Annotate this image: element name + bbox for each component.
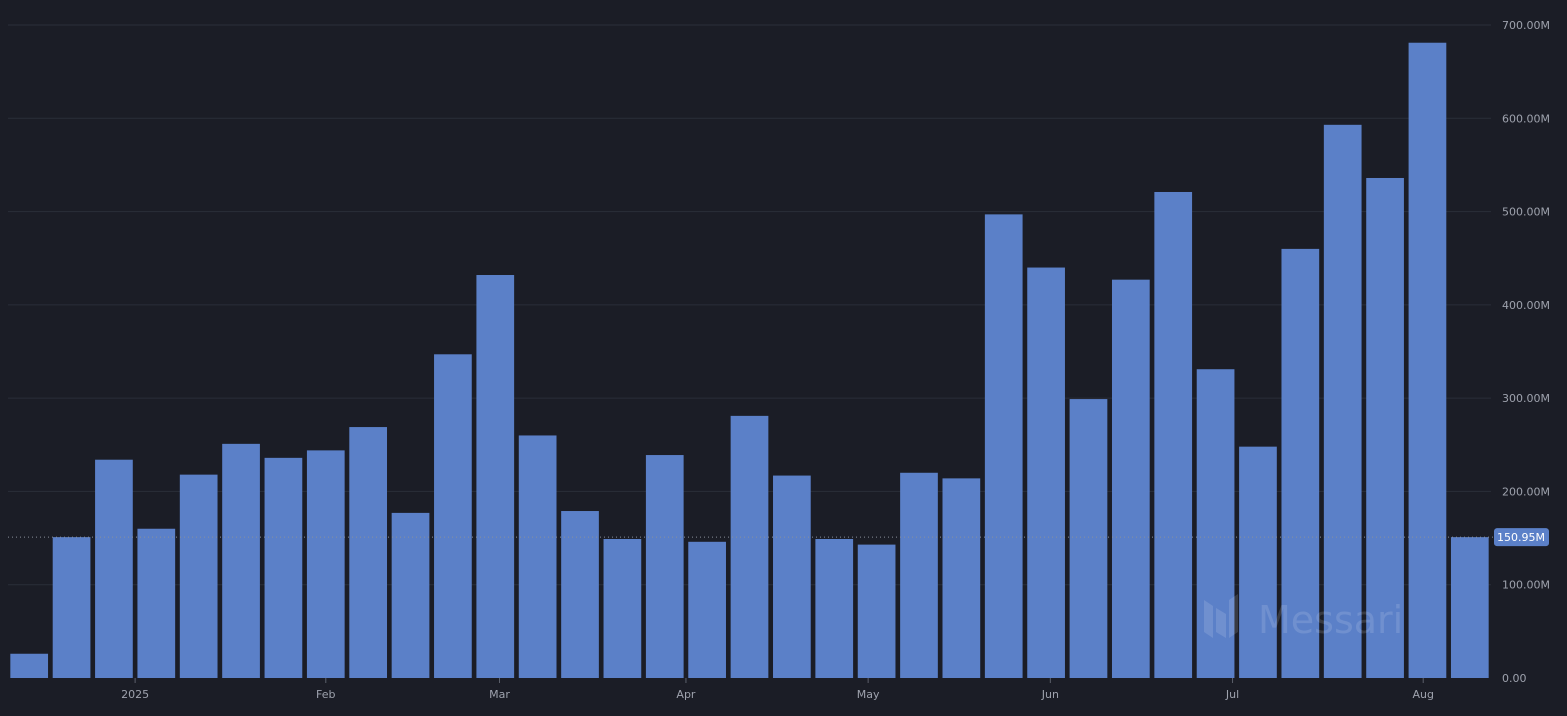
bar: [1027, 267, 1065, 678]
bar: [1111, 279, 1150, 678]
x-tick-label: Apr: [676, 688, 696, 701]
x-tick-label: Aug: [1412, 688, 1433, 701]
bar: [137, 528, 176, 678]
bar: [900, 472, 938, 678]
bar: [561, 511, 599, 678]
bar: [306, 450, 345, 678]
bars: [10, 42, 1489, 678]
bar: [815, 539, 854, 678]
bar: [645, 455, 684, 678]
y-tick-label: 100.00M: [1502, 579, 1550, 592]
bar: [773, 475, 811, 678]
bar: [222, 443, 260, 678]
bar: [476, 275, 515, 678]
x-tick-label: May: [857, 688, 880, 701]
y-tick-label: 300.00M: [1502, 392, 1550, 405]
bar: [603, 539, 642, 678]
y-tick-label: 500.00M: [1502, 206, 1550, 219]
bar: [1154, 191, 1193, 678]
x-tick-label: 2025: [121, 688, 149, 701]
bar: [942, 478, 981, 678]
y-axis: 0.00 100.00M 200.00M 300.00M 400.00M 500.00M 6…: [1502, 19, 1550, 685]
y-tick-label: 400.00M: [1502, 299, 1550, 312]
y-tick-label: 0.00: [1502, 672, 1527, 685]
bar: [264, 457, 303, 678]
x-tick-label: Jul: [1225, 688, 1239, 701]
y-tick-label: 200.00M: [1502, 485, 1550, 498]
x-axis: 2025 Feb Mar Apr May Jun Jul Aug: [121, 678, 1434, 701]
bar: [95, 459, 133, 678]
y-tick-label: 700.00M: [1502, 19, 1550, 32]
bar: [1323, 124, 1362, 678]
x-tick-label: Feb: [316, 688, 335, 701]
bar: [518, 435, 557, 678]
bar: [10, 653, 49, 678]
x-tick-label: Jun: [1041, 688, 1059, 701]
bar: [1196, 369, 1235, 678]
bar: [1408, 42, 1447, 678]
bar: [984, 214, 1023, 678]
bar: [857, 544, 896, 678]
bar: [1450, 537, 1489, 678]
chart-container: 150.95M 0.00 100.00M 200.00M 300.00M 400.00M…: [0, 0, 1567, 716]
bar: [349, 427, 388, 678]
bar: [52, 537, 91, 678]
x-tick-label: Mar: [489, 688, 510, 701]
bar: [688, 541, 726, 678]
bar: [179, 474, 218, 678]
bar: [1239, 446, 1277, 678]
bar: [391, 512, 430, 678]
bar: [434, 354, 472, 678]
bar-chart: 150.95M 0.00 100.00M 200.00M 300.00M 400.00M…: [8, 19, 1550, 701]
current-value-label: 150.95M: [1497, 531, 1545, 544]
bar: [730, 415, 769, 678]
watermark-text: Messari: [1258, 598, 1403, 642]
y-tick-label: 600.00M: [1502, 112, 1550, 125]
bar: [1069, 399, 1108, 678]
